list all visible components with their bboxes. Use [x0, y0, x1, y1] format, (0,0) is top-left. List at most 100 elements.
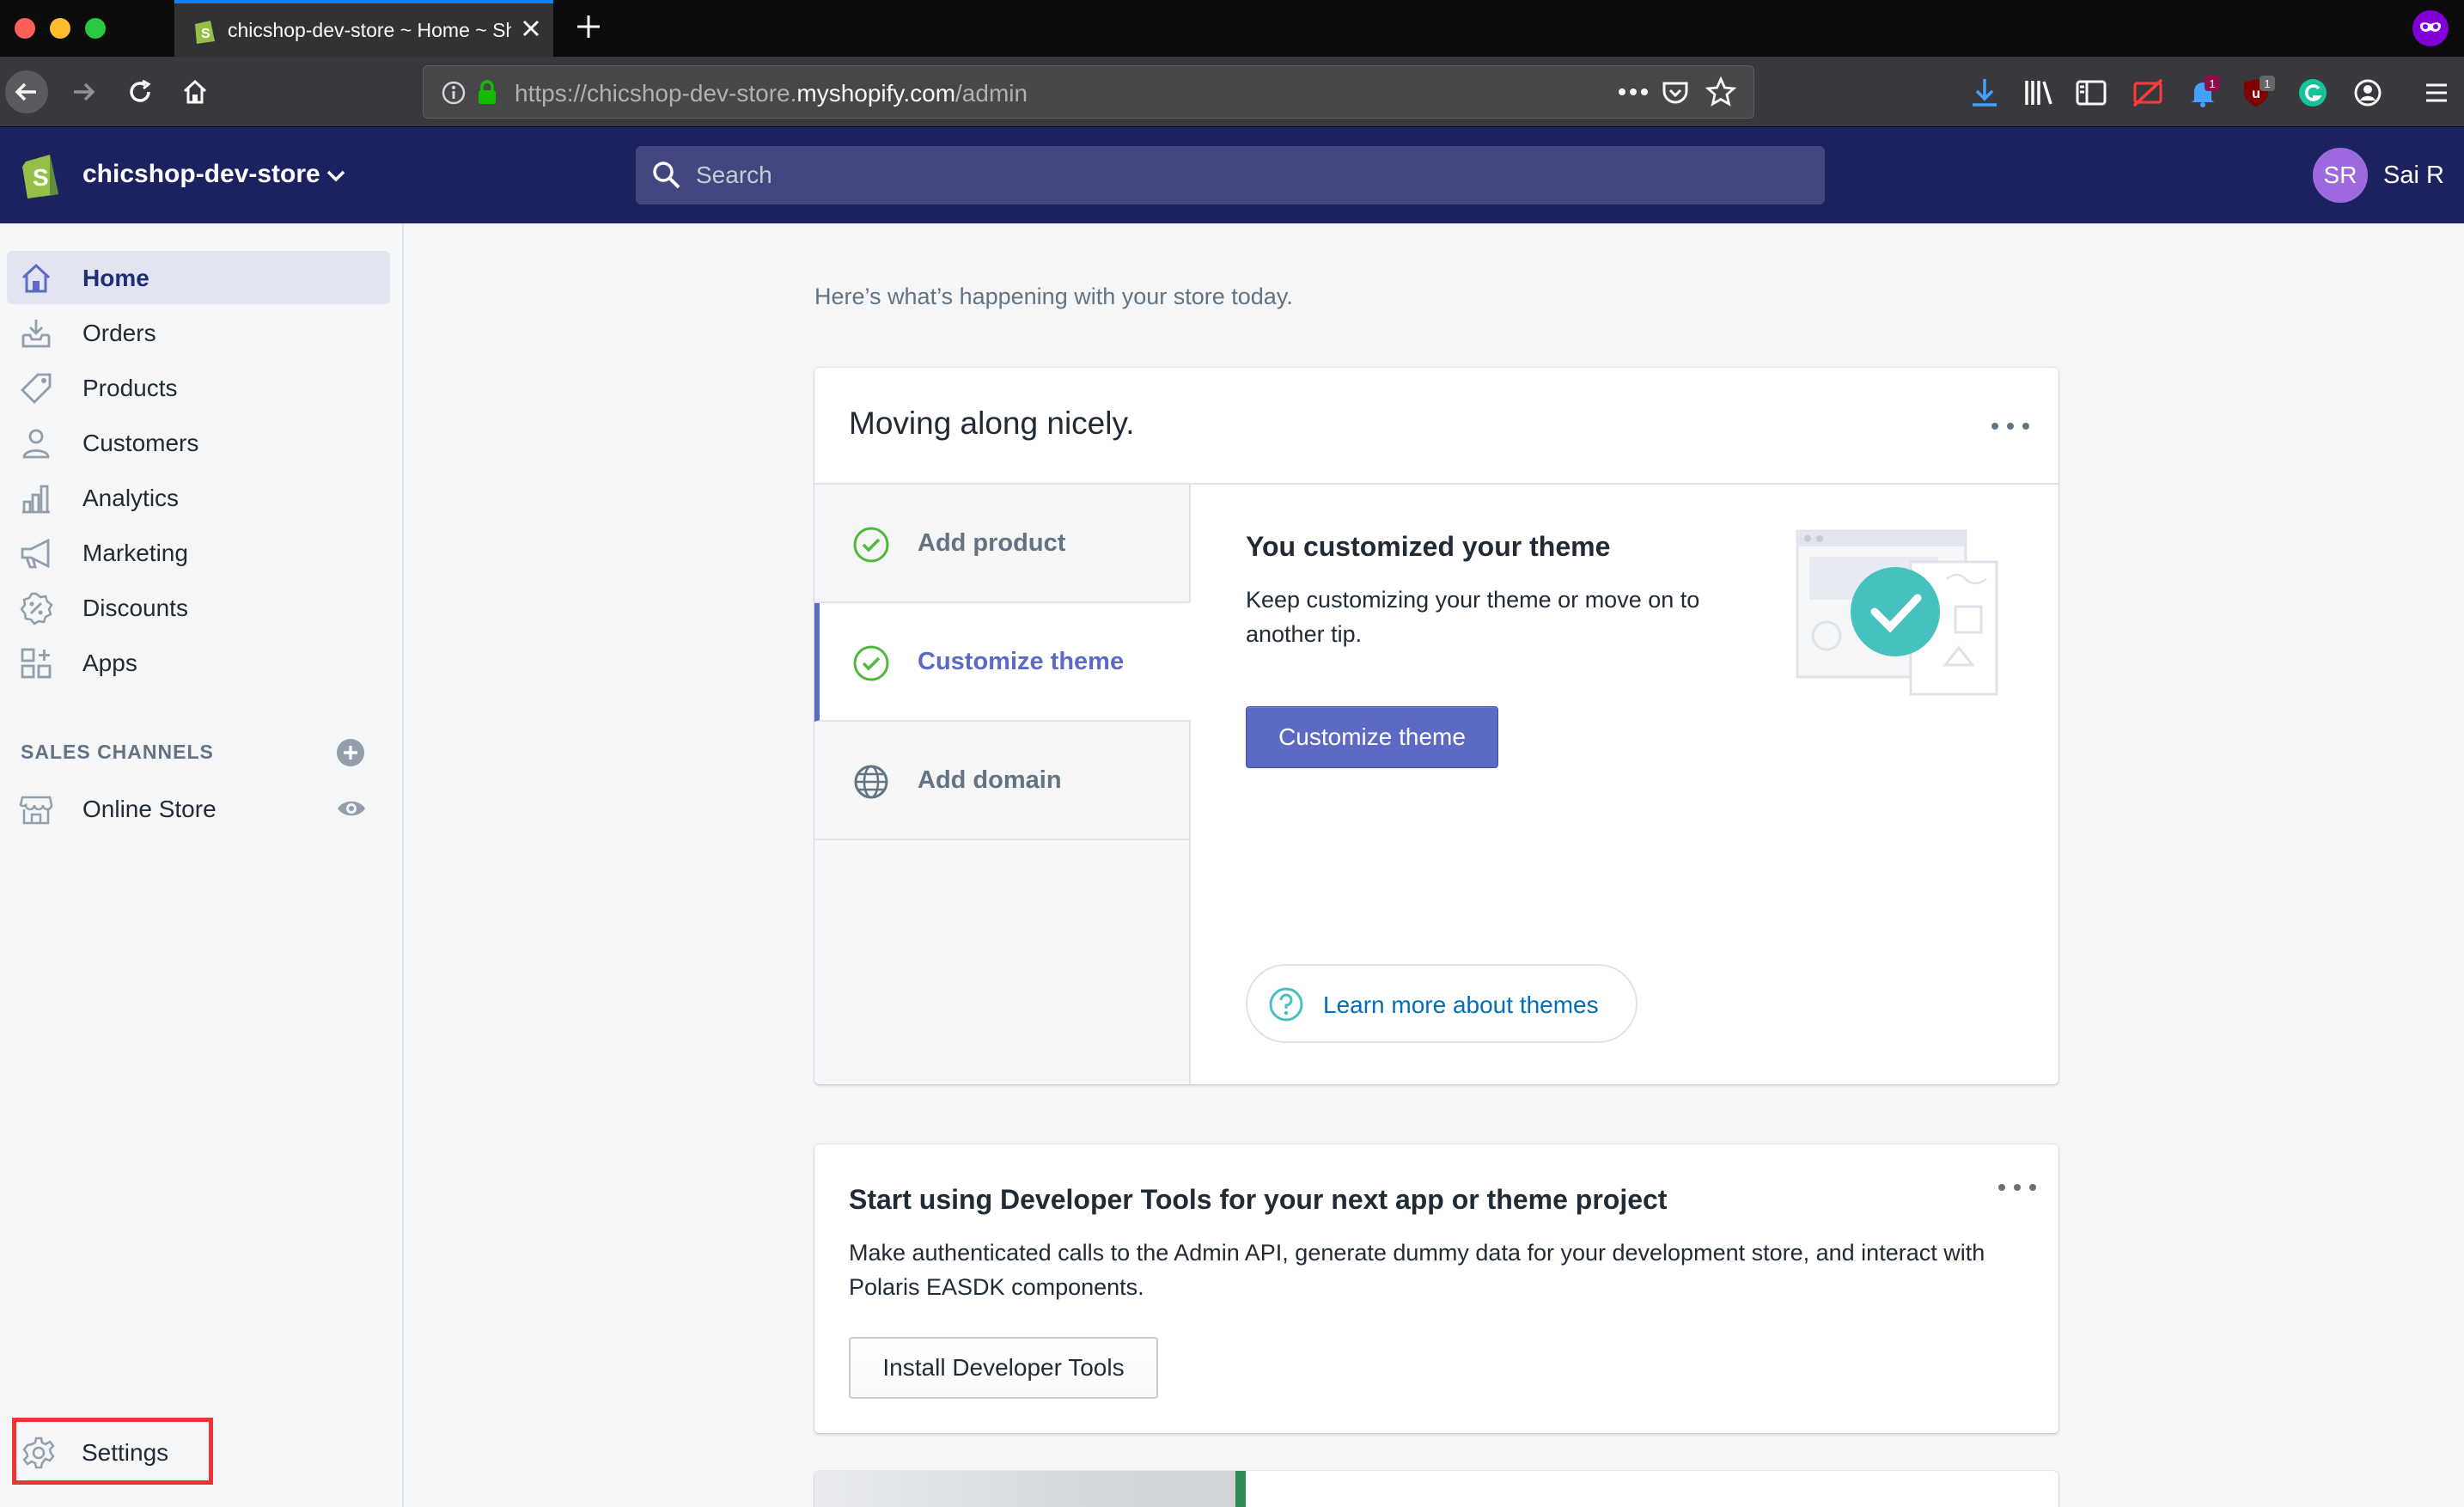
- store-switcher[interactable]: chicshop-dev-store: [82, 160, 320, 189]
- search-icon: [653, 162, 680, 189]
- eye-icon[interactable]: [335, 792, 368, 825]
- pocket-icon[interactable]: [1661, 78, 1690, 107]
- ublock-badge: 1: [2264, 77, 2270, 90]
- learn-more-themes-button[interactable]: Learn more about themes: [1246, 964, 1638, 1043]
- sidebar-item-marketing[interactable]: Marketing: [7, 526, 390, 579]
- address-bar[interactable]: https://chicshop-dev-store.myshopify.com…: [423, 65, 1754, 119]
- svg-text:u: u: [2252, 87, 2260, 101]
- sidebar-toggle-icon[interactable]: [2074, 76, 2108, 110]
- browser-toolbar: https://chicshop-dev-store.myshopify.com…: [0, 57, 2464, 127]
- sidebar-item-label: Customers: [82, 430, 199, 456]
- avatar[interactable]: SR: [2313, 148, 2368, 203]
- lock-icon[interactable]: [475, 78, 499, 106]
- browser-tab-bar: S chicshop-dev-store ~ Home ~ Shopify: [0, 0, 2464, 57]
- search-bar[interactable]: [636, 146, 1825, 204]
- orders-icon: [21, 320, 51, 348]
- globe-icon: [854, 765, 888, 799]
- card-header: Moving along nicely.: [814, 368, 2058, 485]
- user-name[interactable]: Sai R: [2383, 162, 2444, 190]
- bar-chart-icon: [22, 485, 50, 514]
- apps-icon: [21, 648, 52, 679]
- svg-text:S: S: [33, 164, 49, 191]
- home-button[interactable]: [174, 70, 217, 113]
- close-window-button[interactable]: [15, 18, 35, 39]
- theme-illustration-icon: [1796, 529, 1998, 696]
- sales-channels-header: SALES CHANNELS: [21, 741, 214, 763]
- sidebar-item-label: Products: [82, 375, 178, 401]
- close-tab-icon[interactable]: [518, 15, 544, 41]
- admin-top-bar: S chicshop-dev-store SR Sai R: [0, 127, 2464, 223]
- promo-card: [814, 1471, 2058, 1507]
- sidebar-item-label: Settings: [82, 1439, 169, 1466]
- setup-steps-list: Add product Customize theme Add domain: [814, 485, 1191, 1084]
- info-icon[interactable]: [441, 80, 467, 106]
- sidebar-item-products[interactable]: Products: [7, 361, 390, 414]
- page-actions-icon[interactable]: [1618, 85, 1649, 99]
- library-icon[interactable]: [2021, 76, 2055, 110]
- card-title: Moving along nicely.: [849, 406, 1135, 441]
- install-developer-tools-button[interactable]: Install Developer Tools: [849, 1337, 1158, 1399]
- new-tab-icon[interactable]: [574, 12, 603, 41]
- sidebar-item-label: Home: [82, 265, 149, 291]
- step-add-product[interactable]: Add product: [814, 485, 1191, 603]
- card-title: Start using Developer Tools for your nex…: [849, 1184, 1668, 1215]
- back-button[interactable]: [5, 70, 48, 113]
- sidebar-item-label: Online Store: [82, 796, 217, 822]
- sidebar-item-home[interactable]: Home: [7, 251, 390, 304]
- check-circle-icon: [853, 645, 889, 681]
- promo-image: [814, 1471, 1244, 1507]
- step-label: Customize theme: [918, 648, 1125, 675]
- home-icon: [21, 263, 51, 293]
- ublock-icon[interactable]: u1: [2241, 76, 2275, 110]
- search-input[interactable]: [696, 146, 1813, 204]
- step-customize-theme[interactable]: Customize theme: [814, 603, 1191, 722]
- tag-icon: [21, 373, 52, 404]
- browser-tab-title: chicshop-dev-store ~ Home ~ Shopify: [228, 19, 511, 41]
- forward-button[interactable]: [62, 70, 105, 113]
- chevron-down-icon[interactable]: [323, 163, 349, 189]
- step-add-domain[interactable]: Add domain: [814, 722, 1191, 840]
- sidebar-item-customers[interactable]: Customers: [7, 416, 390, 469]
- more-actions-button[interactable]: [1991, 416, 2029, 436]
- intro-text: Here’s what’s happening with your store …: [814, 284, 1293, 309]
- downloads-icon[interactable]: [1967, 76, 2002, 110]
- tip-description: Keep customizing your theme or move on t…: [1246, 587, 1700, 647]
- tip-title: You customized your theme: [1246, 531, 1611, 562]
- discount-icon: [20, 592, 53, 625]
- setup-guide-card: Moving along nicely. Add product Customi…: [814, 368, 2058, 1084]
- grammarly-icon[interactable]: [2296, 76, 2330, 110]
- sidebar-item-apps[interactable]: Apps: [7, 636, 390, 689]
- more-actions-button[interactable]: [1998, 1177, 2036, 1198]
- card-description: Make authenticated calls to the Admin AP…: [849, 1240, 1985, 1300]
- gear-icon: [22, 1437, 55, 1469]
- customize-theme-button[interactable]: Customize theme: [1246, 706, 1498, 768]
- reload-button[interactable]: [119, 70, 162, 113]
- shopify-logo-icon: S: [22, 155, 58, 198]
- step-label: Add product: [918, 529, 1066, 557]
- url-text: https://chicshop-dev-store.myshopify.com…: [515, 80, 1028, 107]
- hamburger-menu-icon[interactable]: [2419, 76, 2454, 110]
- maximize-window-button[interactable]: [85, 18, 106, 39]
- account-icon[interactable]: [2351, 76, 2385, 110]
- minimize-window-button[interactable]: [50, 18, 70, 39]
- shopify-favicon-icon: S: [195, 21, 215, 44]
- sidebar-item-online-store[interactable]: Online Store: [7, 782, 390, 835]
- add-sales-channel-icon[interactable]: [335, 737, 366, 768]
- store-icon: [19, 796, 53, 825]
- home-icon: [183, 79, 207, 104]
- arrow-right-icon: [74, 82, 95, 101]
- extension-blocker-icon[interactable]: [2131, 76, 2165, 110]
- sidebar-item-label: Marketing: [82, 540, 188, 566]
- sidebar-item-orders[interactable]: Orders: [7, 306, 390, 359]
- sidebar-item-label: Apps: [82, 650, 137, 676]
- question-circle-icon: [1269, 987, 1303, 1022]
- sidebar-item-label: Analytics: [82, 485, 180, 511]
- browser-tab-active[interactable]: S chicshop-dev-store ~ Home ~ Shopify: [174, 0, 553, 57]
- developer-tools-card: Start using Developer Tools for your nex…: [814, 1144, 2058, 1433]
- notification-bell-icon[interactable]: 1: [2186, 76, 2220, 110]
- sidebar-item-analytics[interactable]: Analytics: [7, 471, 390, 524]
- sidebar-item-discounts[interactable]: Discounts: [7, 581, 390, 634]
- sidebar: Home Orders Products Customers Analytics…: [0, 223, 404, 1507]
- bookmark-star-icon[interactable]: [1705, 76, 1736, 107]
- sidebar-item-settings[interactable]: Settings: [12, 1418, 213, 1485]
